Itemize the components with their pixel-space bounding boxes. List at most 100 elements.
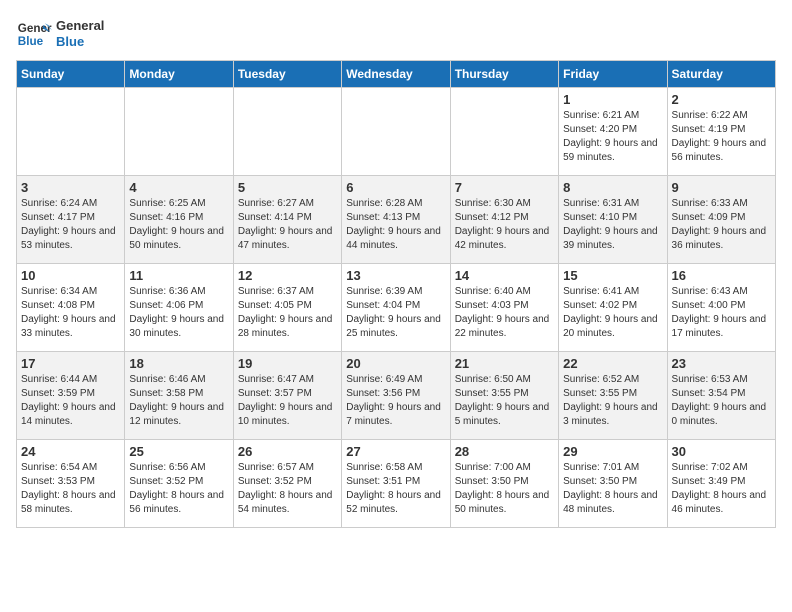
day-number: 19 (238, 356, 337, 371)
day-info: Sunrise: 7:02 AM Sunset: 3:49 PM Dayligh… (672, 461, 771, 517)
header: General Blue General Blue (16, 16, 776, 52)
calendar-cell: 7 Sunrise: 6:30 AM Sunset: 4:12 PM Daylig… (450, 176, 558, 264)
day-info: Sunrise: 6:34 AM Sunset: 4:08 PM Dayligh… (21, 285, 120, 341)
calendar-cell: 10 Sunrise: 6:34 AM Sunset: 4:08 PM Dayli… (17, 264, 125, 352)
day-number: 3 (21, 180, 120, 195)
calendar-cell: 4 Sunrise: 6:25 AM Sunset: 4:16 PM Daylig… (125, 176, 233, 264)
calendar-cell: 22 Sunrise: 6:52 AM Sunset: 3:55 PM Dayli… (559, 352, 667, 440)
day-info: Sunrise: 6:50 AM Sunset: 3:55 PM Dayligh… (455, 373, 554, 429)
day-info: Sunrise: 6:27 AM Sunset: 4:14 PM Dayligh… (238, 197, 337, 253)
day-number: 20 (346, 356, 445, 371)
day-info: Sunrise: 6:49 AM Sunset: 3:56 PM Dayligh… (346, 373, 445, 429)
day-header-sunday: Sunday (17, 61, 125, 88)
day-info: Sunrise: 6:52 AM Sunset: 3:55 PM Dayligh… (563, 373, 662, 429)
day-info: Sunrise: 6:58 AM Sunset: 3:51 PM Dayligh… (346, 461, 445, 517)
calendar-cell (125, 88, 233, 176)
day-number: 16 (672, 268, 771, 283)
day-number: 17 (21, 356, 120, 371)
calendar-cell: 26Sunrise: 6:57 AM Sunset: 3:52 PM Dayli… (233, 440, 341, 528)
calendar-cell: 18 Sunrise: 6:46 AM Sunset: 3:58 PM Dayli… (125, 352, 233, 440)
day-info: Sunrise: 7:01 AM Sunset: 3:50 PM Dayligh… (563, 461, 662, 517)
calendar-cell: 24 Sunrise: 6:54 AM Sunset: 3:53 PM Dayli… (17, 440, 125, 528)
calendar-cell: 9Sunrise: 6:33 AM Sunset: 4:09 PM Daylig… (667, 176, 775, 264)
day-number: 13 (346, 268, 445, 283)
day-number: 2 (672, 92, 771, 107)
calendar-cell: 23 Sunrise: 6:53 AM Sunset: 3:54 PM Dayli… (667, 352, 775, 440)
calendar-cell: 17 Sunrise: 6:44 AM Sunset: 3:59 PM Dayli… (17, 352, 125, 440)
day-number: 24 (21, 444, 120, 459)
day-number: 25 (129, 444, 228, 459)
day-info: Sunrise: 6:43 AM Sunset: 4:00 PM Dayligh… (672, 285, 771, 341)
day-info: Sunrise: 7:00 AM Sunset: 3:50 PM Dayligh… (455, 461, 554, 517)
calendar-cell: 29 Sunrise: 7:01 AM Sunset: 3:50 PM Dayli… (559, 440, 667, 528)
day-info: Sunrise: 6:31 AM Sunset: 4:10 PM Dayligh… (563, 197, 662, 253)
calendar-cell (342, 88, 450, 176)
calendar-cell: 5 Sunrise: 6:27 AM Sunset: 4:14 PM Daylig… (233, 176, 341, 264)
calendar-cell (450, 88, 558, 176)
calendar-cell: 3 Sunrise: 6:24 AM Sunset: 4:17 PM Daylig… (17, 176, 125, 264)
day-info: Sunrise: 6:40 AM Sunset: 4:03 PM Dayligh… (455, 285, 554, 341)
calendar-cell: 8 Sunrise: 6:31 AM Sunset: 4:10 PM Daylig… (559, 176, 667, 264)
day-number: 22 (563, 356, 662, 371)
day-number: 9 (672, 180, 771, 195)
day-info: Sunrise: 6:24 AM Sunset: 4:17 PM Dayligh… (21, 197, 120, 253)
calendar-cell: 28 Sunrise: 7:00 AM Sunset: 3:50 PM Dayli… (450, 440, 558, 528)
day-number: 5 (238, 180, 337, 195)
logo-icon: General Blue (16, 16, 52, 52)
day-header-saturday: Saturday (667, 61, 775, 88)
day-number: 29 (563, 444, 662, 459)
calendar-cell (233, 88, 341, 176)
calendar-cell: 15 Sunrise: 6:41 AM Sunset: 4:02 PM Dayli… (559, 264, 667, 352)
day-info: Sunrise: 6:44 AM Sunset: 3:59 PM Dayligh… (21, 373, 120, 429)
day-info: Sunrise: 6:39 AM Sunset: 4:04 PM Dayligh… (346, 285, 445, 341)
calendar-cell: 30 Sunrise: 7:02 AM Sunset: 3:49 PM Dayli… (667, 440, 775, 528)
day-info: Sunrise: 6:30 AM Sunset: 4:12 PM Dayligh… (455, 197, 554, 253)
calendar-cell: 14Sunrise: 6:40 AM Sunset: 4:03 PM Dayli… (450, 264, 558, 352)
calendar-table: SundayMondayTuesdayWednesdayThursdayFrid… (16, 60, 776, 528)
day-header-tuesday: Tuesday (233, 61, 341, 88)
calendar-cell: 27 Sunrise: 6:58 AM Sunset: 3:51 PM Dayli… (342, 440, 450, 528)
day-info: Sunrise: 6:56 AM Sunset: 3:52 PM Dayligh… (129, 461, 228, 517)
day-number: 8 (563, 180, 662, 195)
calendar-cell: 1Sunrise: 6:21 AM Sunset: 4:20 PM Daylig… (559, 88, 667, 176)
calendar-cell: 19 Sunrise: 6:47 AM Sunset: 3:57 PM Dayli… (233, 352, 341, 440)
day-info: Sunrise: 6:54 AM Sunset: 3:53 PM Dayligh… (21, 461, 120, 517)
logo: General Blue General Blue (16, 16, 104, 52)
day-number: 30 (672, 444, 771, 459)
svg-text:General: General (18, 22, 52, 35)
calendar-cell: 16 Sunrise: 6:43 AM Sunset: 4:00 PM Dayli… (667, 264, 775, 352)
day-number: 23 (672, 356, 771, 371)
day-info: Sunrise: 6:37 AM Sunset: 4:05 PM Dayligh… (238, 285, 337, 341)
calendar-cell: 25 Sunrise: 6:56 AM Sunset: 3:52 PM Dayli… (125, 440, 233, 528)
day-number: 7 (455, 180, 554, 195)
calendar-cell: 13 Sunrise: 6:39 AM Sunset: 4:04 PM Dayli… (342, 264, 450, 352)
calendar-cell: 11 Sunrise: 6:36 AM Sunset: 4:06 PM Dayli… (125, 264, 233, 352)
day-header-wednesday: Wednesday (342, 61, 450, 88)
day-info: Sunrise: 6:22 AM Sunset: 4:19 PM Dayligh… (672, 109, 771, 165)
day-number: 15 (563, 268, 662, 283)
day-number: 4 (129, 180, 228, 195)
day-info: Sunrise: 6:25 AM Sunset: 4:16 PM Dayligh… (129, 197, 228, 253)
day-number: 6 (346, 180, 445, 195)
day-number: 11 (129, 268, 228, 283)
day-number: 1 (563, 92, 662, 107)
day-number: 10 (21, 268, 120, 283)
day-info: Sunrise: 6:28 AM Sunset: 4:13 PM Dayligh… (346, 197, 445, 253)
svg-text:Blue: Blue (18, 35, 44, 48)
day-info: Sunrise: 6:53 AM Sunset: 3:54 PM Dayligh… (672, 373, 771, 429)
calendar-cell: 12 Sunrise: 6:37 AM Sunset: 4:05 PM Dayli… (233, 264, 341, 352)
day-info: Sunrise: 6:46 AM Sunset: 3:58 PM Dayligh… (129, 373, 228, 429)
day-number: 28 (455, 444, 554, 459)
day-info: Sunrise: 6:41 AM Sunset: 4:02 PM Dayligh… (563, 285, 662, 341)
day-number: 26 (238, 444, 337, 459)
day-number: 27 (346, 444, 445, 459)
logo-line1: General (56, 18, 104, 34)
day-header-friday: Friday (559, 61, 667, 88)
day-info: Sunrise: 6:36 AM Sunset: 4:06 PM Dayligh… (129, 285, 228, 341)
calendar-cell: 20 Sunrise: 6:49 AM Sunset: 3:56 PM Dayli… (342, 352, 450, 440)
day-number: 18 (129, 356, 228, 371)
day-info: Sunrise: 6:47 AM Sunset: 3:57 PM Dayligh… (238, 373, 337, 429)
calendar-cell: 21Sunrise: 6:50 AM Sunset: 3:55 PM Dayli… (450, 352, 558, 440)
calendar-cell: 2 Sunrise: 6:22 AM Sunset: 4:19 PM Daylig… (667, 88, 775, 176)
day-number: 12 (238, 268, 337, 283)
